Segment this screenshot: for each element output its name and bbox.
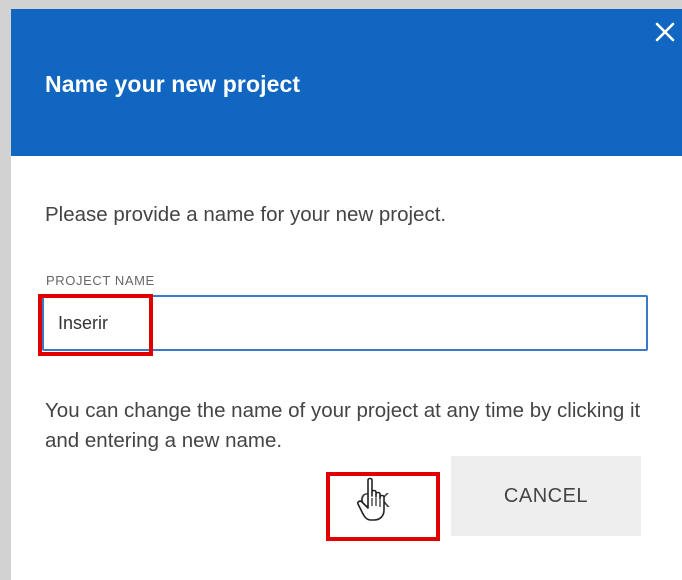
rename-hint-text: You can change the name of your project …	[45, 399, 641, 452]
project-name-input[interactable]	[42, 295, 648, 351]
dialog-title: Name your new project	[45, 71, 301, 97]
cancel-button[interactable]: CANCEL	[451, 456, 641, 536]
dialog-header: Name your new project	[11, 9, 682, 156]
project-name-label: PROJECT NAME	[46, 273, 155, 288]
close-icon	[655, 22, 675, 42]
hand-pointer-icon	[357, 477, 385, 521]
dialog-intro-text: Please provide a name for your new proje…	[45, 203, 447, 226]
close-button[interactable]	[650, 17, 680, 47]
